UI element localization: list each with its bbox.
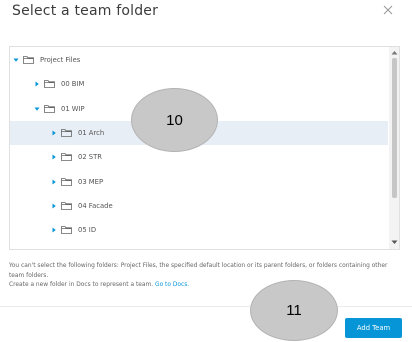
folder-tree-item[interactable]: 04 Facade [10,194,388,218]
scroll-up-arrow-icon[interactable] [391,50,398,55]
team-folder-dialog: Select a team folder Project Files 00 BIM… [0,0,412,342]
callout-marker-10: 10 [131,88,218,152]
folder-tree-item[interactable]: 05 ID [10,218,388,242]
chevron-right-icon[interactable] [33,80,41,88]
info-create-text-row: Create a new folder in Docs to represent… [9,281,401,291]
chevron-right-icon[interactable] [50,226,58,234]
folder-tree-item[interactable]: Project Files [10,48,388,72]
folder-tree-item-label: 04 Facade [78,201,113,210]
folder-tree-item-label: 01 WIP [61,104,85,113]
folder-icon [61,226,72,234]
scroll-down-arrow-icon[interactable] [391,240,398,245]
folder-icon [23,56,34,64]
folder-icon [44,104,55,113]
go-to-docs-link[interactable]: Go to Docs. [155,282,189,288]
folder-tree-item[interactable]: 02 STR [10,145,388,169]
folder-tree-item[interactable]: 06 Security [10,242,388,249]
footer-divider [0,306,412,307]
close-icon [383,5,393,15]
folder-tree: Project Files 00 BIM 01 WIP 01 Arch 02 STR 03… [9,46,400,250]
callout-marker-11: 11 [250,280,338,341]
tree-scrollbar[interactable] [389,47,399,249]
dialog-title: Select a team folder [12,3,159,19]
chevron-right-icon[interactable] [50,178,58,186]
chevron-right-icon[interactable] [50,153,58,161]
folder-icon [61,128,72,137]
chevron-down-icon[interactable] [33,105,41,113]
team-folder-info: You can't select the following folders: … [9,262,401,291]
scrollbar-thumb[interactable] [392,58,397,198]
folder-tree-item[interactable]: 03 MEP [10,170,388,194]
add-team-button[interactable]: Add Team [345,318,402,338]
folder-tree-item-label: 05 ID [78,226,97,235]
chevron-down-icon[interactable] [12,56,20,64]
folder-tree-item-label: Project Files [40,56,81,65]
folder-icon [61,177,72,186]
folder-tree-item-label: 01 Arch [78,129,105,138]
folder-tree-item-label: 03 MEP [78,177,104,186]
chevron-right-icon[interactable] [50,129,58,137]
info-restriction-text: You can't select the following folders: … [9,263,388,279]
close-button[interactable] [378,0,398,20]
folder-icon [44,80,55,89]
info-create-text: Create a new folder in Docs to represent… [9,282,154,289]
folder-tree-item-label: 02 STR [78,153,102,162]
folder-icon [61,153,72,162]
folder-icon [61,201,72,210]
folder-tree-item-label: 00 BIM [61,80,85,89]
chevron-right-icon[interactable] [50,202,58,210]
